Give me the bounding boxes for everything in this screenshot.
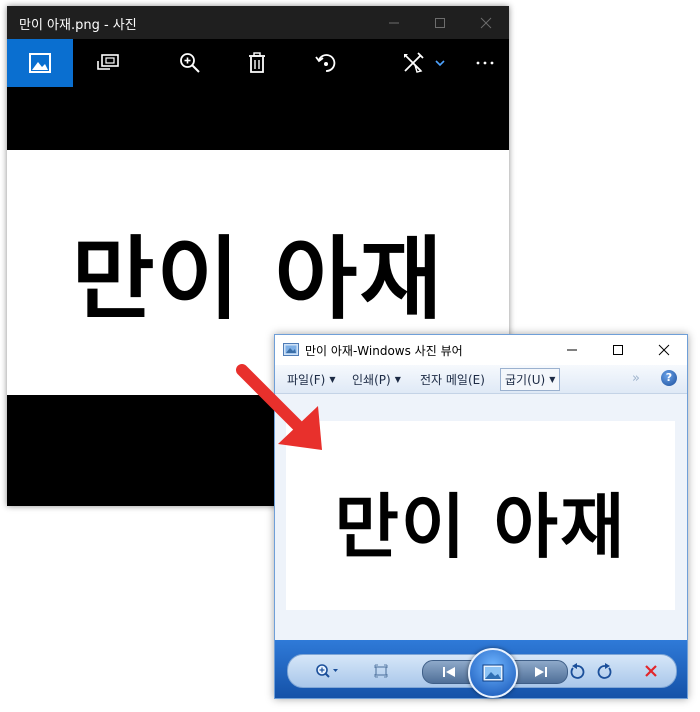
viewer-image-canvas[interactable]: 만이 아재: [286, 421, 675, 610]
menu-burn-label: 굽기(U): [505, 373, 546, 387]
viewer-control-pill: [287, 648, 677, 698]
more-icon[interactable]: [461, 39, 509, 87]
photos-titlebar[interactable]: 만이 아재.png - 사진: [7, 6, 509, 39]
rotate-icon[interactable]: [293, 39, 359, 87]
picture-icon[interactable]: [7, 39, 73, 87]
zoom-icon[interactable]: [310, 655, 346, 687]
photos-image-text: 만이 아재: [71, 227, 445, 332]
next-icon[interactable]: [529, 656, 553, 688]
zoom-in-icon[interactable]: [157, 39, 223, 87]
menu-email[interactable]: 전자 메일(E): [420, 371, 485, 388]
slideshow-icon[interactable]: [468, 648, 518, 698]
overflow-chevron-icon[interactable]: »: [632, 371, 640, 386]
maximize-button[interactable]: [417, 6, 463, 39]
edit-icon[interactable]: [393, 39, 433, 87]
viewer-minimize-button[interactable]: [549, 335, 595, 365]
delete-icon[interactable]: [638, 655, 664, 687]
viewer-image-text: 만이 아재: [334, 486, 627, 568]
viewer-menubar: 파일(F) ▼ 인쇄(P) ▼ 전자 메일(E) 굽기(U) ▼ » ?: [275, 365, 687, 394]
menu-print[interactable]: 인쇄(P) ▼: [352, 371, 401, 388]
previous-icon[interactable]: [437, 656, 461, 688]
chevron-down-icon[interactable]: [431, 39, 449, 87]
red-arrow-icon: [236, 364, 322, 450]
caret-down-icon: ▼: [549, 375, 556, 384]
close-button[interactable]: [463, 6, 509, 39]
trash-icon[interactable]: [224, 39, 290, 87]
photo-viewer-window: 만이 아재-Windows 사진 뷰어 파일(F) ▼ 인쇄(P) ▼ 전자 메…: [274, 334, 688, 699]
menu-email-label: 전자 메일(E): [420, 373, 485, 387]
menu-print-label: 인쇄(P): [352, 373, 391, 387]
viewer-close-button[interactable]: [641, 335, 687, 365]
rotate-cw-icon[interactable]: [592, 655, 618, 687]
photos-window-title: 만이 아재.png - 사진: [19, 18, 137, 33]
rotate-ccw-icon[interactable]: [564, 655, 590, 687]
caret-down-icon: ▼: [394, 375, 401, 384]
menu-burn[interactable]: 굽기(U) ▼: [500, 368, 561, 391]
viewer-control-bar: [275, 640, 687, 698]
viewer-titlebar[interactable]: 만이 아재-Windows 사진 뷰어: [275, 335, 687, 365]
minimize-button[interactable]: [371, 6, 417, 39]
photo-viewer-app-icon: [283, 342, 299, 357]
photos-toolbar: [7, 39, 509, 87]
viewer-maximize-button[interactable]: [595, 335, 641, 365]
actual-size-icon[interactable]: [368, 655, 394, 687]
caret-down-icon: ▼: [329, 375, 336, 384]
slideshow-icon[interactable]: [75, 39, 141, 87]
help-icon[interactable]: ?: [661, 370, 677, 386]
